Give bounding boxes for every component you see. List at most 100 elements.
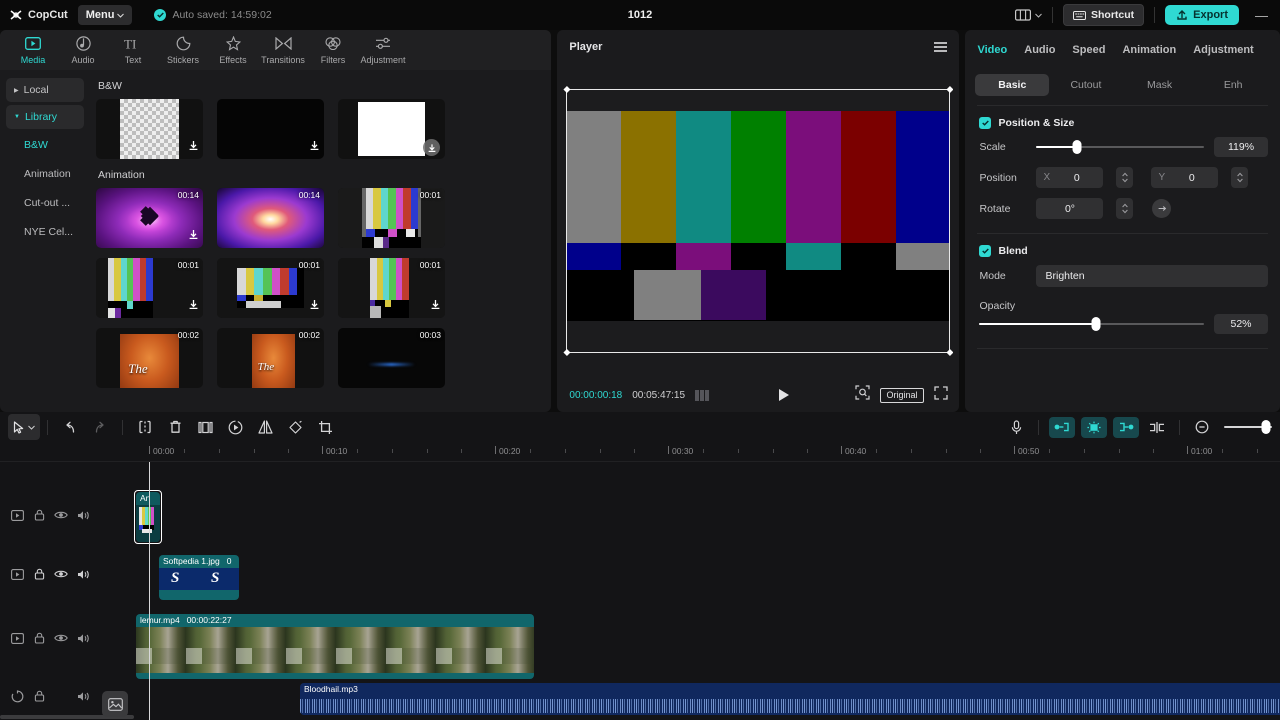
video-track-icon[interactable] xyxy=(6,504,28,526)
video-track-icon[interactable] xyxy=(6,627,28,649)
download-icon[interactable] xyxy=(430,297,441,315)
media-thumbnail-orange-a[interactable]: The 00:02 xyxy=(96,328,203,388)
position-x-stepper[interactable] xyxy=(1116,167,1134,188)
timeline-clip-lemur[interactable]: lemur.mp4 00:00:22:27 xyxy=(136,614,534,679)
freeze-button[interactable] xyxy=(190,414,220,440)
delete-button[interactable] xyxy=(160,414,190,440)
tab-filters[interactable]: Filters xyxy=(308,35,358,65)
shortcut-button[interactable]: Shortcut xyxy=(1062,4,1145,26)
rotate-field[interactable]: 0° xyxy=(1036,198,1104,219)
record-button[interactable] xyxy=(1001,414,1031,440)
crop-button[interactable] xyxy=(310,414,340,440)
export-button[interactable]: Export xyxy=(1165,5,1239,25)
grid-icon[interactable] xyxy=(695,389,713,401)
video-track-icon[interactable] xyxy=(6,563,28,585)
tab-audio[interactable]: Audio xyxy=(1024,44,1055,56)
auto-fill-right-button[interactable] xyxy=(1113,416,1139,438)
scale-slider[interactable] xyxy=(1036,140,1204,154)
resize-handle-tr[interactable] xyxy=(946,86,954,93)
tab-effects[interactable]: Effects xyxy=(208,35,258,65)
sidebar-item-nye[interactable]: NYE Cel... xyxy=(6,219,84,245)
playhead[interactable] xyxy=(149,462,150,720)
media-thumbnail-bars-c[interactable]: 00:01 xyxy=(217,258,324,318)
tab-audio[interactable]: Audio xyxy=(58,35,108,65)
lock-icon[interactable] xyxy=(28,627,50,649)
download-icon[interactable] xyxy=(309,138,320,156)
redo-button[interactable] xyxy=(85,414,115,440)
timeline-zoom-slider[interactable] xyxy=(1224,420,1272,434)
split-button[interactable] xyxy=(130,414,160,440)
eye-icon[interactable] xyxy=(50,563,72,585)
speaker-icon[interactable] xyxy=(72,627,94,649)
auto-fill-left-button[interactable] xyxy=(1049,416,1075,438)
subtab-enhance[interactable]: Enh xyxy=(1196,74,1270,96)
media-thumbnail-bars-a[interactable]: 00:01 xyxy=(338,188,445,248)
eye-icon[interactable] xyxy=(50,504,72,526)
mirror-button[interactable] xyxy=(250,414,280,440)
position-y-stepper[interactable] xyxy=(1231,167,1249,188)
menu-button[interactable]: Menu xyxy=(77,5,133,25)
tab-adjustment[interactable]: Adjustment xyxy=(1193,44,1254,56)
speaker-icon[interactable] xyxy=(72,504,94,526)
undo-button[interactable] xyxy=(55,414,85,440)
resize-handle-bl[interactable] xyxy=(563,349,571,356)
audio-track-icon[interactable] xyxy=(6,685,28,707)
media-thumbnail-bars-d[interactable]: 00:01 xyxy=(338,258,445,318)
sidebar-item-animation[interactable]: Animation xyxy=(6,161,84,187)
minimize-button[interactable]: — xyxy=(1249,9,1274,22)
subtab-basic[interactable]: Basic xyxy=(975,74,1050,96)
reset-icon[interactable] xyxy=(1152,199,1172,218)
sidebar-item-local[interactable]: ▶ Local xyxy=(6,78,84,102)
tab-speed[interactable]: Speed xyxy=(1072,44,1105,56)
reverse-button[interactable] xyxy=(220,414,250,440)
eye-icon[interactable] xyxy=(50,627,72,649)
tab-media[interactable]: Media xyxy=(8,35,58,65)
fullscreen-icon[interactable] xyxy=(933,385,948,405)
timeline-ruler[interactable]: 00:00 00:10 00:20 00:30 00:40 00:50 01:0… xyxy=(0,442,1280,462)
rotate-button[interactable] xyxy=(280,414,310,440)
layout-button[interactable] xyxy=(1014,9,1042,21)
slider-knob[interactable] xyxy=(1091,317,1101,331)
subtab-mask[interactable]: Mask xyxy=(1123,74,1197,96)
timeline-clip-softpedia[interactable]: Softpedia 1.jpg 0 S S xyxy=(159,555,239,600)
timeline-clip-animation[interactable]: An xyxy=(136,492,160,542)
tab-adjustment[interactable]: Adjustment xyxy=(358,35,408,65)
download-icon[interactable] xyxy=(423,139,440,156)
media-thumbnail-dark-c[interactable]: 00:03 xyxy=(338,328,445,388)
resize-handle-br[interactable] xyxy=(946,349,954,356)
resize-handle-tl[interactable] xyxy=(563,86,571,93)
hamburger-icon[interactable] xyxy=(934,42,948,52)
select-tool[interactable] xyxy=(8,414,40,440)
tab-video[interactable]: Video xyxy=(977,44,1007,56)
slider-knob[interactable] xyxy=(1072,140,1082,154)
media-thumbnail-heart-pink[interactable]: 00:14 xyxy=(96,188,203,248)
slider-knob[interactable] xyxy=(1261,420,1271,434)
subtab-cutout[interactable]: Cutout xyxy=(1049,74,1123,96)
timeline-clip-audio[interactable]: Bloodhail.mp3 xyxy=(300,683,1280,715)
rotate-stepper[interactable] xyxy=(1116,198,1134,219)
image-thumbnail-icon[interactable] xyxy=(102,691,128,717)
opacity-value[interactable]: 52% xyxy=(1214,314,1268,334)
media-thumbnail-heart-blue[interactable]: 00:14 xyxy=(217,188,324,248)
scale-value[interactable]: 119% xyxy=(1214,137,1268,157)
speaker-icon[interactable] xyxy=(72,685,94,707)
lock-icon[interactable] xyxy=(28,685,50,707)
speaker-icon[interactable] xyxy=(72,563,94,585)
sidebar-item-bw[interactable]: B&W xyxy=(6,132,84,158)
tab-stickers[interactable]: Stickers xyxy=(158,35,208,65)
blend-checkbox[interactable] xyxy=(979,245,992,257)
media-thumbnail-bars-b[interactable]: 00:01 xyxy=(96,258,203,318)
split-marker-button[interactable] xyxy=(1142,414,1172,440)
lock-icon[interactable] xyxy=(28,504,50,526)
position-size-checkbox[interactable] xyxy=(979,117,992,129)
media-thumbnail-orange-b[interactable]: The 00:02 xyxy=(217,328,324,388)
lock-icon[interactable] xyxy=(28,563,50,585)
sidebar-item-library[interactable]: ▼ Library xyxy=(6,105,84,129)
sidebar-item-cutout[interactable]: Cut-out ... xyxy=(6,190,84,216)
opacity-slider[interactable] xyxy=(979,317,1204,331)
download-icon[interactable] xyxy=(188,138,199,156)
tab-animation[interactable]: Animation xyxy=(1122,44,1176,56)
blend-mode-select[interactable]: Brighten xyxy=(1036,265,1268,287)
media-thumbnail-black[interactable] xyxy=(217,99,324,159)
auto-center-button[interactable] xyxy=(1081,416,1107,438)
